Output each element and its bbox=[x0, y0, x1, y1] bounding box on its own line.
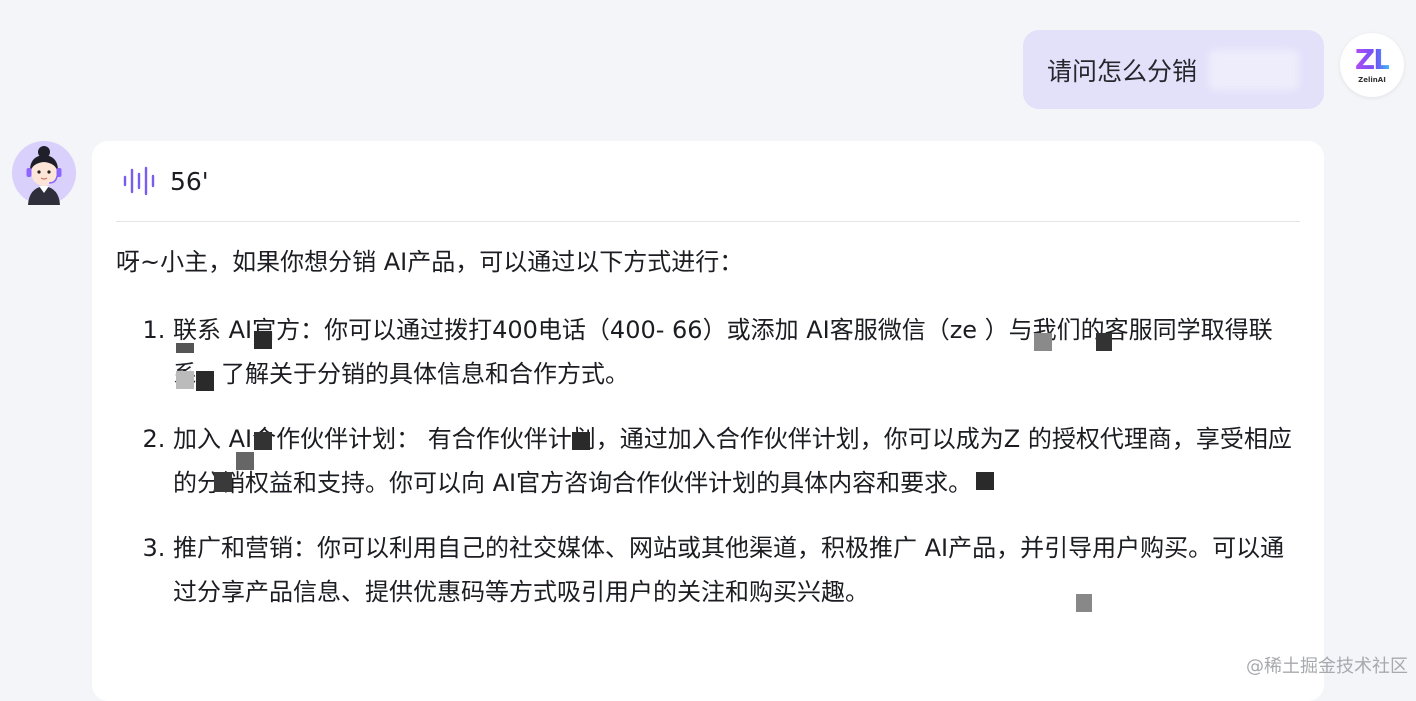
answer-points-list: 联系 AI官方：你可以通过拨打400电话（400- 66）或添加 AI客服微信（… bbox=[116, 308, 1300, 614]
user-message-bubble: 请问怎么分销 bbox=[1023, 30, 1324, 109]
voice-duration: 56' bbox=[170, 166, 209, 196]
watermark: @稀土掘金技术社区 bbox=[1246, 656, 1408, 677]
assistant-answer: 呀~小主，如果你想分销 AI产品，可以通过以下方式进行： 联系 AI官方：你可以… bbox=[116, 240, 1300, 635]
redaction-blur bbox=[1209, 50, 1299, 90]
sound-wave-icon bbox=[123, 166, 155, 196]
zelinai-logo: ZL bbox=[1354, 43, 1391, 76]
list-item: 联系 AI官方：你可以通过拨打400电话（400- 66）或添加 AI客服微信（… bbox=[173, 308, 1300, 396]
answer-intro: 呀~小主，如果你想分销 AI产品，可以通过以下方式进行： bbox=[116, 248, 744, 276]
zelinai-logo-caption: ZelinAI bbox=[1358, 76, 1386, 84]
list-item: 推广和营销：你可以利用自己的社交媒体、网站或其他渠道，积极推广 AI产品，并引导… bbox=[173, 526, 1300, 614]
list-item: 加入 AI合作伙伴计划： 有合作伙伴计划，通过加入合作伙伴计划，你可以成为Z 的… bbox=[173, 417, 1300, 505]
user-avatar[interactable]: ZL ZelinAI bbox=[1340, 33, 1404, 97]
assistant-avatar[interactable] bbox=[12, 141, 76, 205]
divider bbox=[116, 221, 1300, 222]
voice-message[interactable]: 56' bbox=[122, 160, 209, 202]
user-message-text: 请问怎么分销 bbox=[1047, 56, 1198, 86]
